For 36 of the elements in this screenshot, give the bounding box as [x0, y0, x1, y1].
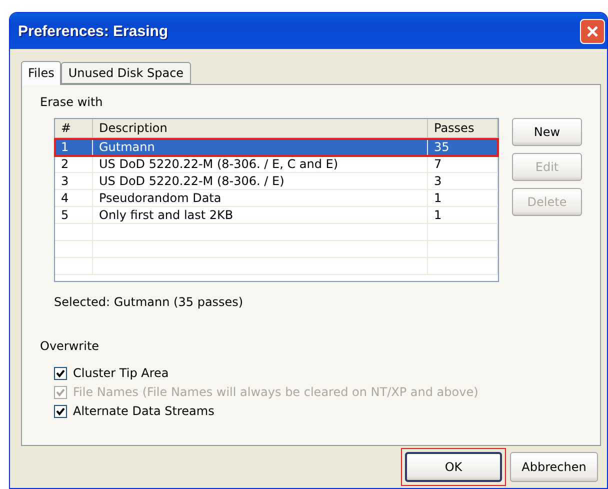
table-cell: Gutmann: [93, 139, 428, 156]
table-row[interactable]: 1 Gutmann 35: [55, 139, 498, 156]
table-cell: 1: [55, 139, 93, 156]
checkbox-label: Cluster Tip Area: [73, 366, 169, 380]
table-row[interactable]: 5 Only first and last 2KB 1: [55, 207, 498, 224]
close-icon: [586, 24, 599, 38]
table-cell: 1: [428, 207, 498, 224]
empty-cell: [428, 258, 498, 275]
empty-cell: [55, 224, 93, 241]
empty-cell: [55, 241, 93, 258]
column-header[interactable]: #: [55, 119, 93, 139]
close-button[interactable]: [580, 18, 605, 44]
section-label: Erase with: [40, 95, 104, 109]
column-header[interactable]: Passes: [428, 119, 498, 139]
table-row[interactable]: 2 US DoD 5220.22-M (8-306. / E, C and E) 7: [55, 156, 498, 173]
empty-cell: [55, 258, 93, 275]
tab[interactable]: Unused Disk Space: [61, 62, 191, 84]
tab[interactable]: Files: [21, 61, 62, 85]
empty-cell: [428, 224, 498, 241]
table-cell: 35: [428, 139, 498, 156]
dialog-button[interactable]: OK: [405, 452, 502, 482]
table-row[interactable]: 3 US DoD 5220.22-M (8-306. / E) 3: [55, 173, 498, 190]
window-title: Preferences: Erasing: [18, 22, 168, 40]
checkbox-label: Alternate Data Streams: [73, 404, 214, 418]
empty-cell: [428, 241, 498, 258]
dialog-button[interactable]: Abbrechen: [510, 452, 598, 482]
table-row[interactable]: 4 Pseudorandom Data 1: [55, 190, 498, 207]
section-label: Overwrite: [40, 339, 100, 353]
checkbox-label: File Names (File Names will always be cleared on NT/XP and above): [73, 385, 478, 399]
table-cell: 5: [55, 207, 93, 224]
checkbox[interactable]: [54, 404, 67, 418]
checkbox[interactable]: [54, 366, 67, 380]
action-button[interactable]: New: [512, 118, 582, 146]
table-cell: Only first and last 2KB: [93, 207, 428, 224]
selection-summary: Selected: Gutmann (35 passes): [54, 295, 244, 309]
column-header[interactable]: Description: [93, 119, 428, 139]
